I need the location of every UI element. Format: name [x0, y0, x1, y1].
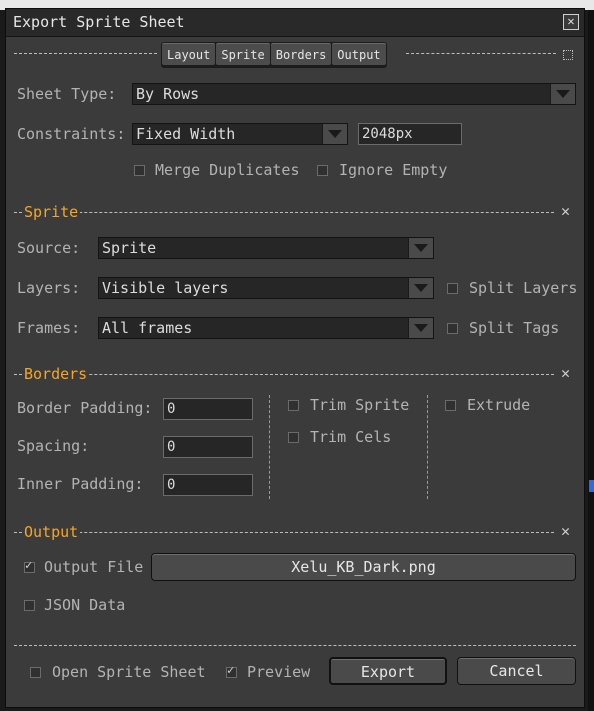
constraints-value: Fixed Width — [136, 125, 236, 143]
tab-sprite[interactable]: Sprite — [216, 43, 270, 65]
ignore-empty-checkbox[interactable] — [317, 165, 328, 176]
trim-cels-label: Trim Cels — [310, 428, 392, 446]
frames-select[interactable]: All frames — [98, 317, 434, 339]
border-padding-label: Border Padding: — [17, 399, 153, 417]
layers-select[interactable]: Visible layers — [98, 277, 434, 299]
column-divider — [269, 395, 270, 499]
split-tags-label: Split Tags — [469, 319, 560, 337]
merge-duplicates-checkbox[interactable] — [134, 165, 145, 176]
collapse-sprite-icon[interactable]: ✕ — [561, 202, 570, 220]
collapse-borders-icon[interactable]: ✕ — [561, 364, 570, 382]
desktop-edge — [588, 10, 594, 711]
export-sprite-sheet-dialog: Export Sprite Sheet ✕ Layout Sprite Bord… — [5, 8, 585, 708]
split-layers-checkbox[interactable] — [447, 283, 458, 294]
constraints-select[interactable]: Fixed Width — [132, 123, 348, 145]
split-layers-label: Split Layers — [469, 279, 578, 297]
chevron-down-icon[interactable] — [408, 318, 433, 338]
constraints-size-field[interactable]: 2048px — [358, 123, 462, 145]
output-file-checkbox[interactable] — [24, 558, 35, 573]
open-sprite-sheet-label: Open Sprite Sheet — [52, 663, 206, 681]
spacing-label: Spacing: — [17, 437, 90, 455]
layers-value: Visible layers — [102, 279, 229, 297]
spacing-field[interactable]: 0 — [163, 436, 253, 458]
column-divider — [427, 395, 428, 499]
divider — [406, 53, 556, 54]
divider — [14, 645, 576, 646]
output-file-button[interactable]: Xelu_KB_Dark.png — [151, 553, 576, 581]
close-icon[interactable]: ✕ — [563, 14, 579, 30]
trim-sprite-checkbox[interactable] — [288, 400, 299, 411]
open-sprite-sheet-checkbox[interactable] — [30, 667, 41, 678]
cancel-button[interactable]: Cancel — [457, 657, 576, 685]
window-title: Export Sprite Sheet — [13, 13, 185, 31]
inner-padding-field[interactable]: 0 — [163, 474, 253, 496]
source-value: Sprite — [102, 239, 157, 257]
frames-label: Frames: — [17, 319, 81, 337]
preview-label: Preview — [247, 663, 311, 681]
source-label: Source: — [17, 239, 81, 257]
output-section-title: Output — [22, 523, 81, 541]
constraints-label: Constraints: — [17, 125, 126, 143]
chevron-down-icon[interactable] — [408, 238, 433, 258]
title-bar[interactable]: Export Sprite Sheet ✕ — [6, 9, 584, 37]
source-select[interactable]: Sprite — [98, 237, 434, 259]
split-tags-checkbox[interactable] — [447, 323, 458, 334]
tab-borders[interactable]: Borders — [270, 43, 332, 65]
divider — [14, 212, 554, 213]
sheet-type-value: By Rows — [136, 85, 200, 103]
divider — [14, 53, 157, 54]
sprite-section-title: Sprite — [22, 203, 81, 221]
sheet-type-select[interactable]: By Rows — [132, 83, 576, 105]
desktop-accent — [589, 480, 594, 492]
frames-value: All frames — [102, 319, 193, 337]
ignore-empty-label: Ignore Empty — [339, 161, 448, 179]
borders-section-title: Borders — [22, 365, 90, 383]
json-data-checkbox[interactable] — [24, 600, 35, 611]
merge-duplicates-label: Merge Duplicates — [155, 161, 300, 179]
sheet-type-label: Sheet Type: — [17, 85, 117, 103]
chevron-down-icon[interactable] — [550, 84, 575, 104]
collapse-output-icon[interactable]: ✕ — [561, 522, 570, 540]
chevron-down-icon[interactable] — [408, 278, 433, 298]
tab-bar: Layout Sprite Borders Output — [161, 42, 387, 68]
trim-cels-checkbox[interactable] — [288, 432, 299, 443]
extrude-label: Extrude — [467, 396, 531, 414]
layers-label: Layers: — [17, 279, 81, 297]
trim-sprite-label: Trim Sprite — [310, 396, 410, 414]
inner-padding-label: Inner Padding: — [17, 475, 144, 493]
border-padding-field[interactable]: 0 — [163, 398, 253, 420]
export-button[interactable]: Export — [329, 657, 447, 685]
tab-output[interactable]: Output — [332, 43, 386, 65]
preview-checkbox[interactable] — [226, 663, 237, 678]
divider — [14, 532, 554, 533]
expand-icon[interactable] — [563, 50, 573, 60]
json-data-label: JSON Data — [44, 596, 126, 614]
tab-layout[interactable]: Layout — [162, 43, 216, 65]
divider — [14, 374, 554, 375]
chevron-down-icon[interactable] — [322, 124, 347, 144]
output-file-label: Output File — [44, 558, 144, 576]
extrude-checkbox[interactable] — [445, 400, 456, 411]
